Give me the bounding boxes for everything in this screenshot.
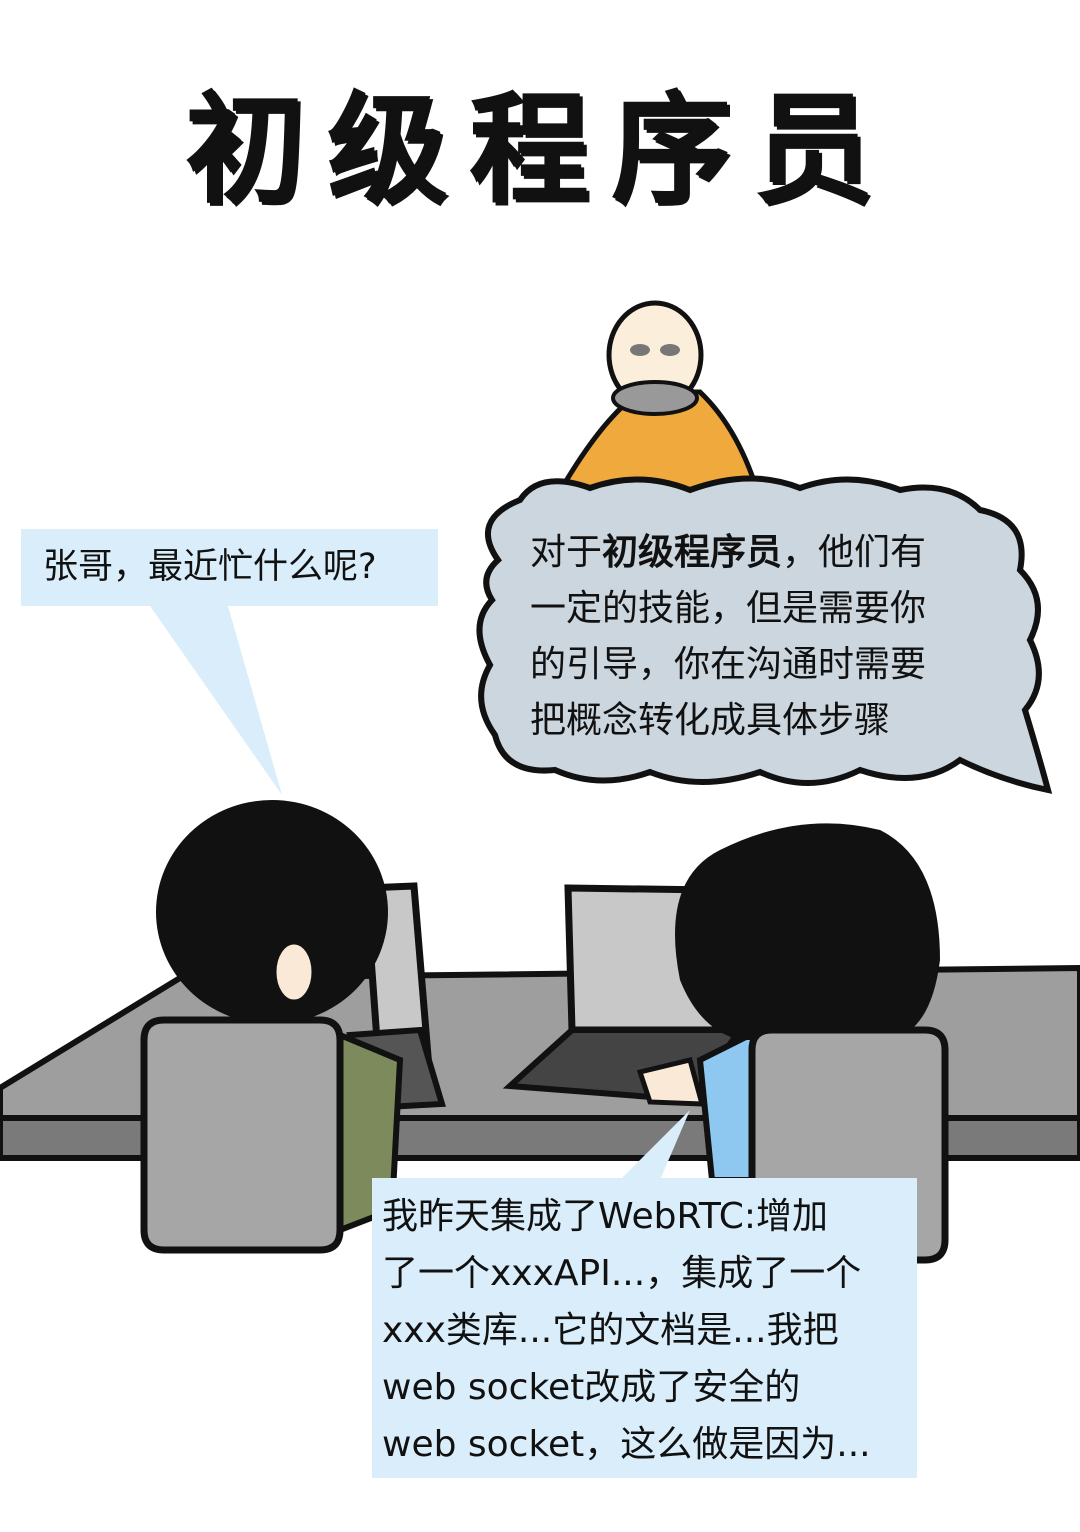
right-man-hair: [675, 823, 940, 1040]
monk-beard: [611, 380, 699, 416]
narrator-line-4: 把概念转化成具体步骤: [530, 700, 891, 741]
left-chair: [140, 1016, 344, 1254]
narrator-bubble: 对于初级程序员，他们有 一定的技能，但是需要你 的引导，你在沟通时需要 把概念转…: [530, 525, 1010, 749]
left-bubble-tail: [150, 606, 282, 795]
narrator-line-1: 对于初级程序员，他们有: [530, 532, 927, 573]
answer-line: 我昨天集成了WebRTC:增加: [382, 1196, 829, 1237]
answer-bubble: 我昨天集成了WebRTC:增加 了一个xxxAPI...，集成了一个 xxx类库…: [372, 1178, 917, 1478]
narrator-line-2: 一定的技能，但是需要你: [530, 588, 927, 629]
narrator-line-3: 的引导，你在沟通时需要: [530, 644, 927, 685]
answer-line: web socket，这么做是因为...: [382, 1424, 871, 1465]
answer-line: 了一个xxxAPI...，集成了一个: [382, 1253, 862, 1294]
answer-line: xxx类库...它的文档是...我把: [382, 1310, 839, 1351]
monk: [550, 300, 764, 503]
page-title: 初级程序员: [185, 79, 895, 220]
left-man-ear: [271, 939, 317, 1005]
narrator-highlight: 初级程序员: [602, 532, 783, 573]
answer-line: web socket改成了安全的: [382, 1367, 801, 1408]
left-man-head: [156, 800, 388, 1024]
question-bubble: 张哥，最近忙什么呢?: [21, 529, 438, 606]
